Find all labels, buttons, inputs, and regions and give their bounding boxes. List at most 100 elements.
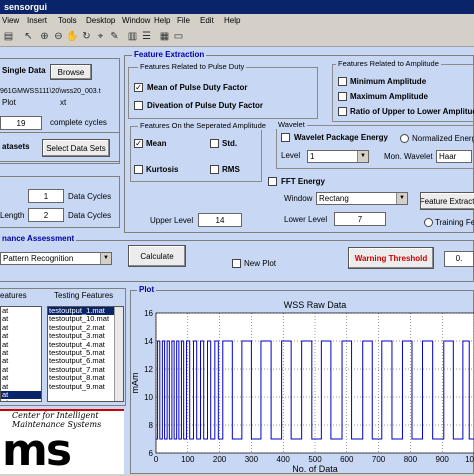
level-label: Level [281, 151, 301, 160]
level-select-value: 1 [310, 152, 315, 161]
upper-level-label: Upper Level [150, 216, 194, 225]
std-checkbox[interactable] [210, 139, 219, 148]
chart-xlabel: No. of Data [292, 464, 338, 474]
normalized-energy-radio[interactable] [400, 134, 409, 143]
zoom-out-icon[interactable]: ⊖ [52, 30, 65, 43]
deviation-pulse-duty-checkbox[interactable] [134, 101, 143, 110]
assessment-title: nance Assessment [0, 234, 77, 243]
testing-features-list[interactable]: testoutput_1.mat testoutput_10.mat testout… [47, 306, 124, 402]
training-features-radio[interactable] [424, 218, 433, 227]
level-select[interactable]: 1 ▼ [307, 150, 369, 163]
ext-label: xt [60, 98, 67, 107]
mean-label: Mean [146, 139, 167, 148]
grid-icon[interactable]: ▦ [158, 30, 171, 43]
pointer-icon[interactable]: ↖ [22, 30, 35, 43]
list-item[interactable]: testoutput_9.mat [48, 382, 123, 391]
menu-help[interactable]: Help [154, 16, 170, 25]
plot-label: Plot [2, 98, 16, 107]
training-features-list[interactable]: atatatatatatatatatatatat [0, 306, 42, 402]
max-amplitude-checkbox[interactable] [338, 92, 347, 101]
rms-checkbox[interactable] [210, 165, 219, 174]
menu-view[interactable]: View [2, 16, 19, 25]
y-tick-label: 10 [144, 393, 153, 402]
mon-wavelet-label: Mon. Wavelet [384, 152, 433, 161]
window-select[interactable]: Rectang ▼ [316, 192, 408, 205]
select-datasets-button[interactable]: Select Data Sets [42, 139, 110, 157]
menu-file[interactable]: File [177, 16, 190, 25]
length-label: Length [0, 211, 25, 220]
normalized-energy-label: Normalized Energy [412, 134, 474, 143]
separated-amplitude-title: Features On the Seperated Amplitude [138, 121, 268, 130]
menu-desktop[interactable]: Desktop [86, 16, 115, 25]
complete-cycles-field[interactable]: 19 [0, 116, 42, 130]
colorbar-icon[interactable]: ▥ [126, 30, 139, 43]
cims-logo: Center for Intelligent Maintenance Syste… [0, 409, 124, 476]
rms-label: RMS [222, 165, 240, 174]
menu-edit[interactable]: Edit [200, 16, 214, 25]
menu-tools[interactable]: Tools [58, 16, 77, 25]
menu-window[interactable]: Window [122, 16, 150, 25]
new-plot-checkbox[interactable] [232, 259, 241, 268]
x-tick-label: 300 [245, 455, 259, 464]
wavelet-title: Wavelet [276, 120, 307, 129]
method-select-value: Pattern Recognition [3, 254, 74, 263]
wavelet-package-checkbox[interactable] [281, 133, 290, 142]
mean-pulse-duty-label: Mean of Pulse Duty Factor [147, 83, 248, 92]
calculate-button[interactable]: Calculate [128, 245, 186, 267]
fft-energy-checkbox[interactable] [268, 177, 277, 186]
threshold-field[interactable]: 0. [444, 251, 474, 267]
data-cursor-icon[interactable]: ⌖ [94, 30, 107, 43]
file-path-text: 961GMWSS111\20\wss20_003.t [0, 88, 101, 95]
x-tick-label: 0 [154, 455, 159, 464]
menu-help-2[interactable]: Help [224, 16, 240, 25]
rotate-icon[interactable]: ↻ [80, 30, 93, 43]
ratio-amplitude-checkbox[interactable] [338, 107, 347, 116]
amplitude-title: Features Related to Amplitude [336, 59, 441, 68]
new-plot-label: New Plot [244, 259, 277, 268]
complete-cycles-label: complete cycles [50, 118, 107, 127]
y-tick-label: 8 [149, 421, 154, 430]
kurtosis-checkbox[interactable] [134, 165, 143, 174]
chart-title: WSS Raw Data [284, 300, 347, 310]
mon-wavelet-select[interactable]: Haar [436, 150, 472, 163]
list-item[interactable]: at [1, 399, 41, 401]
feature-extraction-title: Feature Extraction [132, 50, 207, 59]
max-amplitude-label: Maximum Amplitude [350, 92, 428, 101]
brush-icon[interactable]: ✎ [108, 30, 121, 43]
warning-threshold-button[interactable]: Warning Threshold [348, 247, 434, 269]
deviation-pulse-duty-label: Diveation of Pulse Duty Factor [147, 101, 264, 110]
chevron-down-icon: ▼ [100, 253, 111, 264]
print-icon[interactable]: ▤ [2, 30, 15, 43]
upper-level-field[interactable]: 14 [198, 213, 242, 227]
mean-pulse-duty-checkbox[interactable]: ✓ [134, 83, 143, 92]
x-tick-label: 400 [277, 455, 291, 464]
method-select[interactable]: Pattern Recognition ▼ [0, 252, 112, 265]
wss-raw-data-chart: 0 100 200 300 400 500 600 700 800 900 1000 6 8 10 12 14… [132, 300, 474, 474]
feature-extract-button[interactable]: Feature Extracti [420, 192, 474, 210]
lower-level-field[interactable]: 7 [334, 212, 386, 226]
x-tick-label: 700 [372, 455, 386, 464]
x-tick-label: 600 [340, 455, 354, 464]
lower-level-label: Lower Level [284, 215, 328, 224]
x-tick-label: 1000 [465, 455, 474, 464]
mean-checkbox[interactable]: ✓ [134, 139, 143, 148]
length-cycles-label: Data Cycles [68, 211, 112, 220]
pan-icon[interactable]: ✋ [66, 30, 79, 43]
min-amplitude-label: Minimum Amplitude [350, 77, 427, 86]
logo-big-text: ms [2, 425, 72, 476]
hide-icon[interactable]: ▭ [172, 30, 185, 43]
chevron-down-icon: ▼ [357, 151, 368, 162]
menu-insert[interactable]: Insert [27, 16, 47, 25]
min-amplitude-checkbox[interactable] [338, 77, 347, 86]
legend-icon[interactable]: ☰ [140, 30, 153, 43]
wavelet-package-label: Wavelet Package Energy [294, 133, 388, 142]
y-tick-label: 14 [144, 337, 153, 346]
window-select-value: Rectang [319, 194, 349, 203]
browse-button[interactable]: Browse [50, 64, 92, 80]
list-scrollbar[interactable] [114, 307, 123, 401]
datasets-label: atasets [2, 142, 30, 151]
zoom-in-icon[interactable]: ⊕ [38, 30, 51, 43]
length-field[interactable]: 2 [28, 208, 64, 222]
data-cycles-field[interactable]: 1 [28, 189, 64, 203]
window-label: Window [284, 194, 313, 203]
